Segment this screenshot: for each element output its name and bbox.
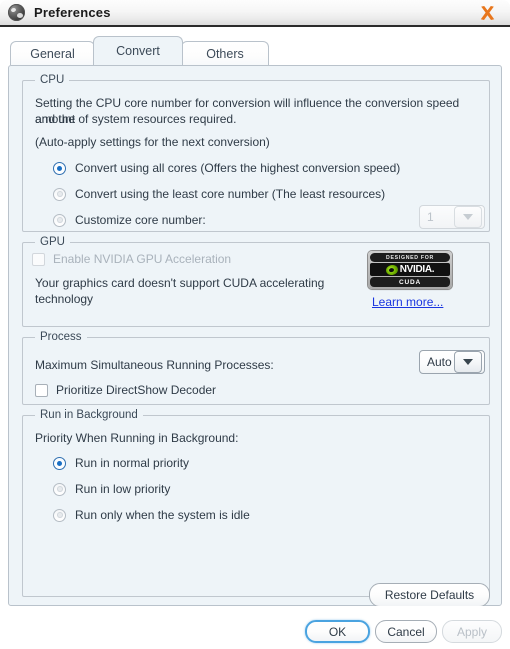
radio-convert-all-cores[interactable]: Convert using all cores (Offers the high… <box>53 161 400 175</box>
restore-defaults-button[interactable]: Restore Defaults <box>369 583 490 607</box>
cpu-group-legend: CPU <box>35 74 70 86</box>
apply-button[interactable]: Apply <box>442 620 502 643</box>
max-processes-dropdown[interactable]: Auto <box>419 350 485 374</box>
prioritize-directshow-label: Prioritize DirectShow Decoder <box>56 383 217 397</box>
nvidia-badge-bottom-text: CUDA <box>370 277 450 287</box>
tab-convert[interactable]: Convert <box>93 36 183 65</box>
cpu-group: CPU Setting the CPU core number for conv… <box>22 74 490 232</box>
title-bar: Preferences <box>0 0 510 27</box>
radio-convert-all-cores-label: Convert using all cores (Offers the high… <box>75 161 401 175</box>
radio-low-priority-label: Run in low priority <box>75 482 171 496</box>
close-button[interactable] <box>470 1 504 25</box>
priority-label: Priority When Running in Background: <box>35 431 239 445</box>
convert-settings-panel: CPU Setting the CPU core number for conv… <box>8 65 502 607</box>
max-processes-label: Maximum Simultaneous Running Processes: <box>35 358 274 372</box>
gpu-message-line2: technology <box>35 292 94 306</box>
enable-nvidia-gpu-checkbox[interactable] <box>32 252 45 266</box>
nvidia-badge-top-text: DESIGNED FOR <box>370 253 450 262</box>
prioritize-directshow-checkbox[interactable] <box>35 383 48 397</box>
tab-general[interactable]: General <box>10 41 95 65</box>
process-group-legend: Process <box>35 331 87 343</box>
tab-convert-label: Convert <box>116 44 160 58</box>
cancel-button[interactable]: Cancel <box>375 620 437 643</box>
process-group: Process Maximum Simultaneous Running Pro… <box>22 331 490 405</box>
apply-label: Apply <box>456 624 488 639</box>
nvidia-badge-brand-row: NVIDIA. <box>370 263 450 276</box>
radio-customize-core-number-indicator <box>53 213 66 227</box>
enable-nvidia-gpu-label: Enable NVIDIA GPU Acceleration <box>53 252 232 266</box>
radio-normal-priority-indicator <box>53 456 66 470</box>
max-processes-dropdown-value: Auto <box>427 355 452 369</box>
radio-customize-core-number[interactable]: Customize core number: <box>53 213 206 227</box>
dialog-footer: OK Cancel Apply <box>0 606 510 649</box>
window-title: Preferences <box>34 5 111 20</box>
run-in-background-legend: Run in Background <box>35 409 143 421</box>
radio-normal-priority[interactable]: Run in normal priority <box>53 456 189 470</box>
radio-convert-least-cores-label: Convert using the least core number (The… <box>75 187 386 201</box>
gpu-group: GPU Enable NVIDIA GPU Acceleration Your … <box>22 236 490 327</box>
radio-low-priority[interactable]: Run in low priority <box>53 482 170 496</box>
ok-label: OK <box>328 624 347 639</box>
radio-customize-core-number-label: Customize core number: <box>75 213 206 227</box>
ok-button[interactable]: OK <box>305 620 370 643</box>
enable-nvidia-gpu-checkbox-row[interactable]: Enable NVIDIA GPU Acceleration <box>32 251 231 267</box>
radio-low-priority-indicator <box>53 482 66 496</box>
restore-defaults-label: Restore Defaults <box>384 588 475 602</box>
prioritize-directshow-checkbox-row[interactable]: Prioritize DirectShow Decoder <box>35 382 216 398</box>
radio-convert-all-cores-indicator <box>53 161 66 175</box>
radio-idle-only-indicator <box>53 508 66 522</box>
core-number-dropdown[interactable]: 1 <box>419 205 485 229</box>
radio-convert-least-cores[interactable]: Convert using the least core number (The… <box>53 187 385 201</box>
chevron-down-icon <box>454 351 482 373</box>
preferences-window: Preferences General Convert Others CPU S… <box>0 0 510 649</box>
core-number-dropdown-value: 1 <box>427 210 434 224</box>
cancel-label: Cancel <box>387 624 425 639</box>
globe-icon <box>8 4 25 21</box>
radio-idle-only[interactable]: Run only when the system is idle <box>53 508 250 522</box>
radio-idle-only-label: Run only when the system is idle <box>75 508 250 522</box>
learn-more-link[interactable]: Learn more... <box>372 295 443 309</box>
gpu-group-legend: GPU <box>35 236 70 248</box>
cpu-auto-apply-note: (Auto-apply settings for the next conver… <box>35 135 270 149</box>
close-icon <box>480 5 494 20</box>
tab-others-label: Others <box>206 46 244 61</box>
gpu-message-line1: Your graphics card doesn't support CUDA … <box>35 276 325 290</box>
nvidia-cuda-badge: DESIGNED FOR NVIDIA. CUDA <box>368 251 452 289</box>
run-in-background-group: Run in Background Priority When Running … <box>22 409 490 597</box>
radio-normal-priority-label: Run in normal priority <box>75 456 190 470</box>
chevron-down-icon <box>454 206 482 228</box>
tab-general-label: General <box>30 46 75 61</box>
radio-convert-least-cores-indicator <box>53 187 66 201</box>
cpu-description-line2: amount of system resources required. <box>35 112 237 126</box>
tab-others[interactable]: Others <box>181 41 269 65</box>
nvidia-badge-brand-text: NVIDIA. <box>399 264 435 275</box>
tab-strip: General Convert Others <box>0 36 510 65</box>
nvidia-eye-icon <box>384 263 399 276</box>
